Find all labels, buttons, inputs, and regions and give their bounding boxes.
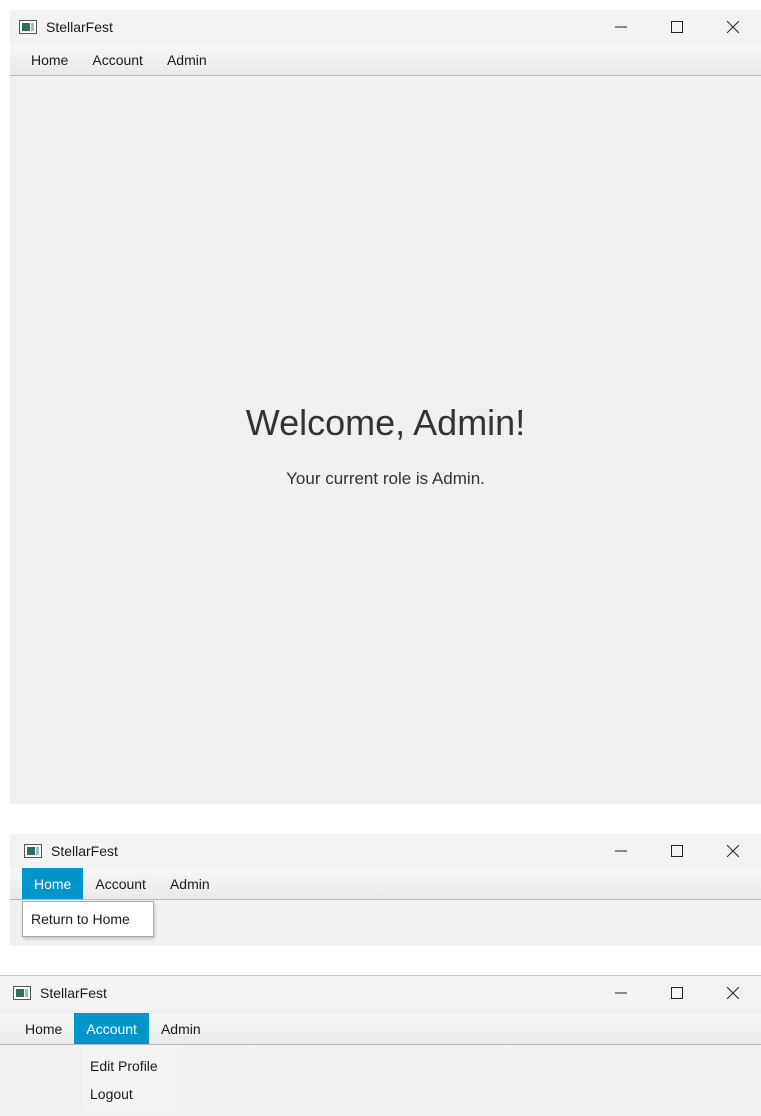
account-dropdown-menu: Edit Profile Logout <box>82 1046 177 1111</box>
close-icon <box>727 21 739 33</box>
minimize-button[interactable] <box>593 10 649 44</box>
maximize-icon <box>671 21 683 33</box>
content-area: Welcome, Admin! Your current role is Adm… <box>10 77 761 804</box>
minimize-icon <box>615 26 627 28</box>
menu-account[interactable]: Account <box>83 868 158 899</box>
menu-bar: Home Account Admin <box>10 44 761 76</box>
menu-admin[interactable]: Admin <box>158 868 222 899</box>
menu-bar: Home Account Admin <box>10 868 761 900</box>
menu-admin[interactable]: Admin <box>149 1013 213 1044</box>
main-window: StellarFest Home Account Admin Welcome, … <box>10 10 761 804</box>
close-button[interactable] <box>705 834 761 868</box>
window-title: StellarFest <box>46 19 113 35</box>
window-title: StellarFest <box>40 985 107 1001</box>
app-icon <box>13 986 31 1000</box>
minimize-button[interactable] <box>593 976 649 1010</box>
menu-item-logout[interactable]: Logout <box>82 1080 177 1108</box>
close-icon <box>727 845 739 857</box>
menu-account[interactable]: Account <box>74 1013 149 1044</box>
maximize-button[interactable] <box>649 834 705 868</box>
window-title: StellarFest <box>51 843 118 859</box>
home-dropdown-menu: Return to Home <box>22 901 154 937</box>
role-text: Your current role is Admin. <box>286 469 485 488</box>
close-icon <box>727 987 739 999</box>
close-button[interactable] <box>705 10 761 44</box>
title-bar[interactable]: StellarFest <box>0 976 761 1010</box>
menu-item-edit-profile[interactable]: Edit Profile <box>82 1052 177 1080</box>
maximize-button[interactable] <box>649 10 705 44</box>
maximize-button[interactable] <box>649 976 705 1010</box>
menu-home[interactable]: Home <box>13 1013 74 1044</box>
minimize-button[interactable] <box>593 834 649 868</box>
minimize-icon <box>615 992 627 994</box>
title-bar[interactable]: StellarFest <box>10 10 761 44</box>
close-button[interactable] <box>705 976 761 1010</box>
title-bar[interactable]: StellarFest <box>10 834 761 868</box>
home-menu-window: StellarFest Home Account Admin Return to… <box>10 834 761 946</box>
menu-home[interactable]: Home <box>19 44 80 75</box>
menu-item-return-to-home[interactable]: Return to Home <box>23 905 153 933</box>
menu-account[interactable]: Account <box>80 44 155 75</box>
account-menu-window: StellarFest Home Account Admin Edit Prof… <box>0 975 761 1116</box>
app-icon <box>24 844 42 858</box>
maximize-icon <box>671 987 683 999</box>
welcome-heading: Welcome, Admin! <box>245 402 526 443</box>
menu-bar: Home Account Admin <box>0 1013 761 1045</box>
app-icon <box>19 20 37 34</box>
maximize-icon <box>671 845 683 857</box>
menu-home[interactable]: Home <box>22 868 84 899</box>
minimize-icon <box>615 850 627 852</box>
menu-admin[interactable]: Admin <box>155 44 219 75</box>
